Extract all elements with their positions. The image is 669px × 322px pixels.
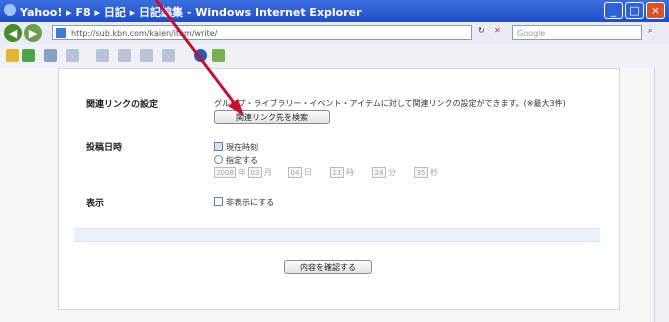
annotation-arrow-line — [154, 0, 240, 109]
annotation-arrow — [154, 0, 244, 116]
annotation-arrow-head — [228, 99, 244, 116]
